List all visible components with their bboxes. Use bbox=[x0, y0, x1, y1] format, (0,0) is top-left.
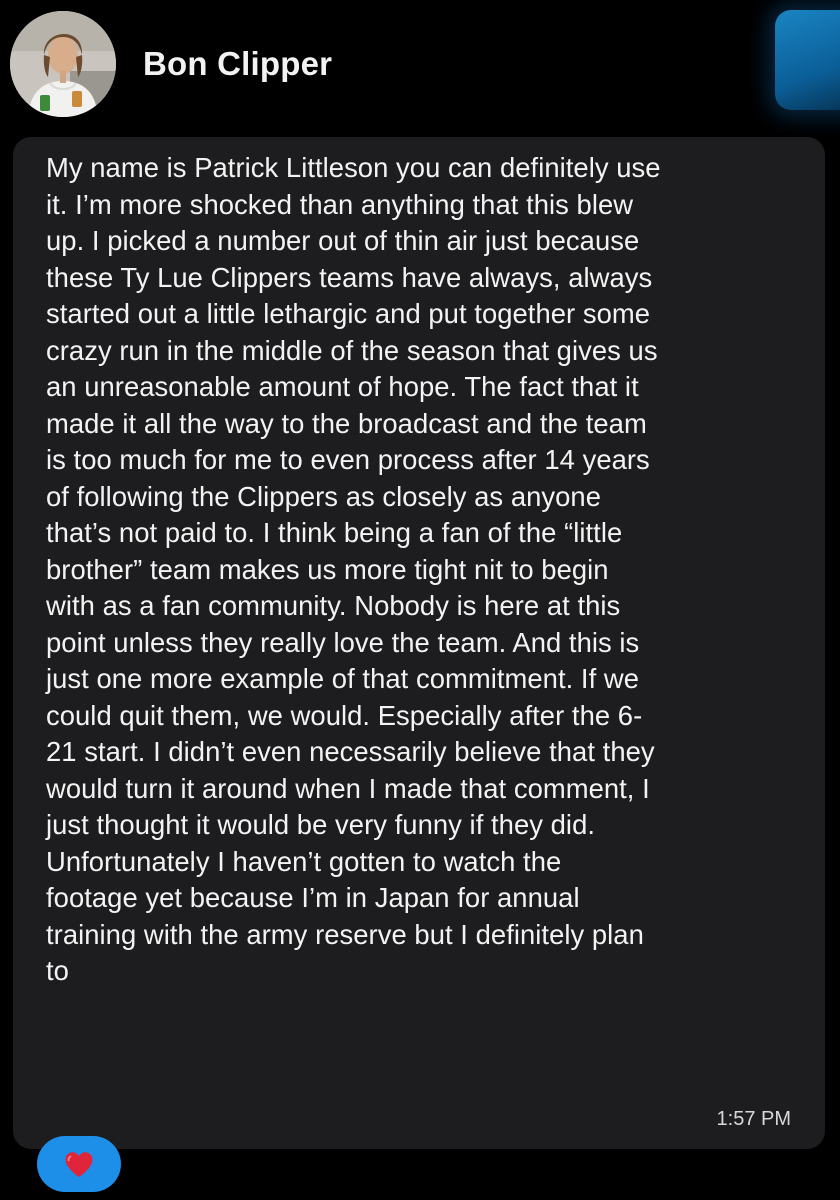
message-text: My name is Patrick Littleson you can def… bbox=[46, 152, 661, 986]
message-bubble[interactable]: My name is Patrick Littleson you can def… bbox=[13, 137, 825, 1149]
message-timestamp: 1:57 PM bbox=[716, 1108, 791, 1130]
avatar-photo bbox=[10, 11, 116, 117]
reaction-badge[interactable] bbox=[37, 1136, 121, 1192]
message-header: Bon Clipper bbox=[10, 11, 332, 117]
background-blue-shape bbox=[775, 10, 840, 110]
avatar[interactable] bbox=[10, 11, 116, 117]
heart-icon bbox=[65, 1151, 93, 1177]
sender-name[interactable]: Bon Clipper bbox=[143, 45, 332, 83]
